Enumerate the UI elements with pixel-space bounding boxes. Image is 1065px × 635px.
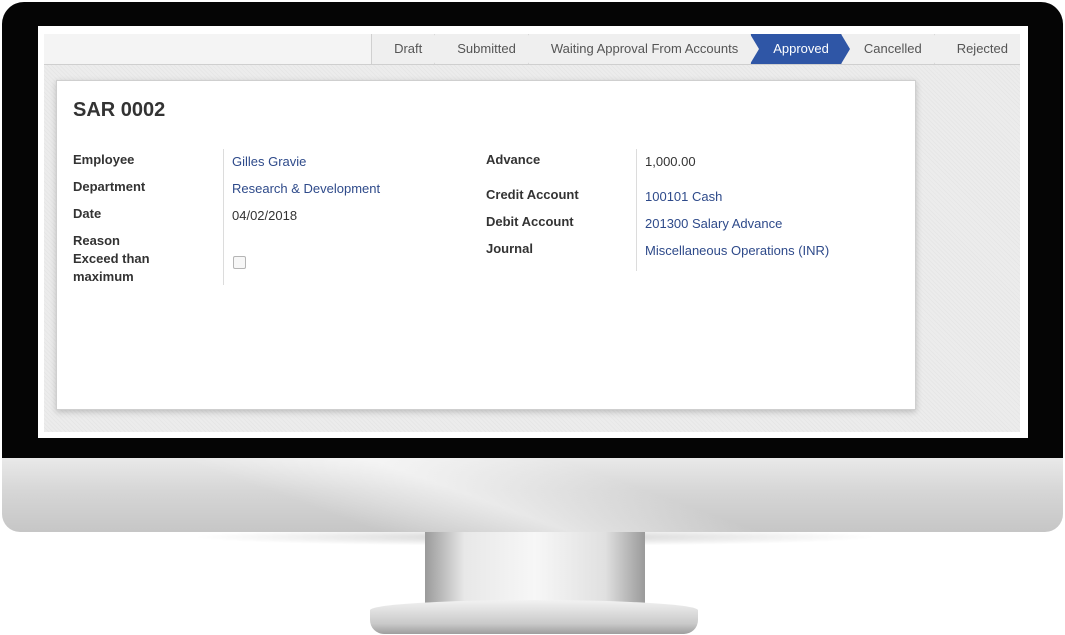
credit-account-field[interactable]: 100101 Cash: [645, 188, 722, 206]
advance-field[interactable]: 1,000.00: [645, 153, 696, 171]
record-title: SAR 0002: [73, 99, 166, 121]
right-group-divider: [636, 149, 637, 271]
exceed-maximum-label: Exceed than maximum: [73, 251, 150, 284]
stage-draft[interactable]: Draft: [371, 34, 444, 64]
exceed-maximum-checkbox[interactable]: [233, 256, 246, 269]
stage-approved[interactable]: Approved: [750, 34, 850, 64]
employee-label: Employee: [73, 152, 135, 167]
department-field[interactable]: Research & Development: [232, 180, 380, 198]
chin-shine: [2, 458, 1063, 532]
left-group-divider: [223, 149, 224, 285]
journal-label: Journal: [486, 241, 533, 256]
monitor-stand-base: [370, 600, 698, 634]
stage-rejected[interactable]: Rejected: [933, 34, 1020, 64]
department-label: Department: [73, 179, 146, 194]
advance-label: Advance: [486, 152, 541, 167]
monitor-chin: [2, 458, 1063, 532]
stage-waiting-approval[interactable]: Waiting Approval From Accounts: [527, 34, 760, 64]
date-label: Date: [73, 206, 102, 221]
form-sheet: SAR 0002 Employee Gilles Gravie Departme…: [56, 80, 916, 410]
debit-account-field[interactable]: 201300 Salary Advance: [645, 215, 782, 233]
monitor-stand-neck: [425, 532, 645, 607]
employee-field[interactable]: Gilles Gravie: [232, 153, 306, 171]
reason-label: Reason: [73, 233, 120, 248]
monitor-screen: Draft Submitted Waiting Approval From Ac…: [38, 26, 1028, 438]
debit-account-label: Debit Account: [486, 214, 574, 229]
status-bar: Draft Submitted Waiting Approval From Ac…: [44, 34, 1020, 65]
app-viewport: Draft Submitted Waiting Approval From Ac…: [44, 34, 1020, 432]
date-field[interactable]: 04/02/2018: [232, 207, 297, 225]
credit-account-label: Credit Account: [486, 187, 579, 202]
journal-field[interactable]: Miscellaneous Operations (INR): [645, 242, 829, 260]
stage-submitted[interactable]: Submitted: [434, 34, 537, 64]
stage-cancelled[interactable]: Cancelled: [840, 34, 943, 64]
stage-pipeline: Draft Submitted Waiting Approval From Ac…: [371, 34, 1020, 64]
